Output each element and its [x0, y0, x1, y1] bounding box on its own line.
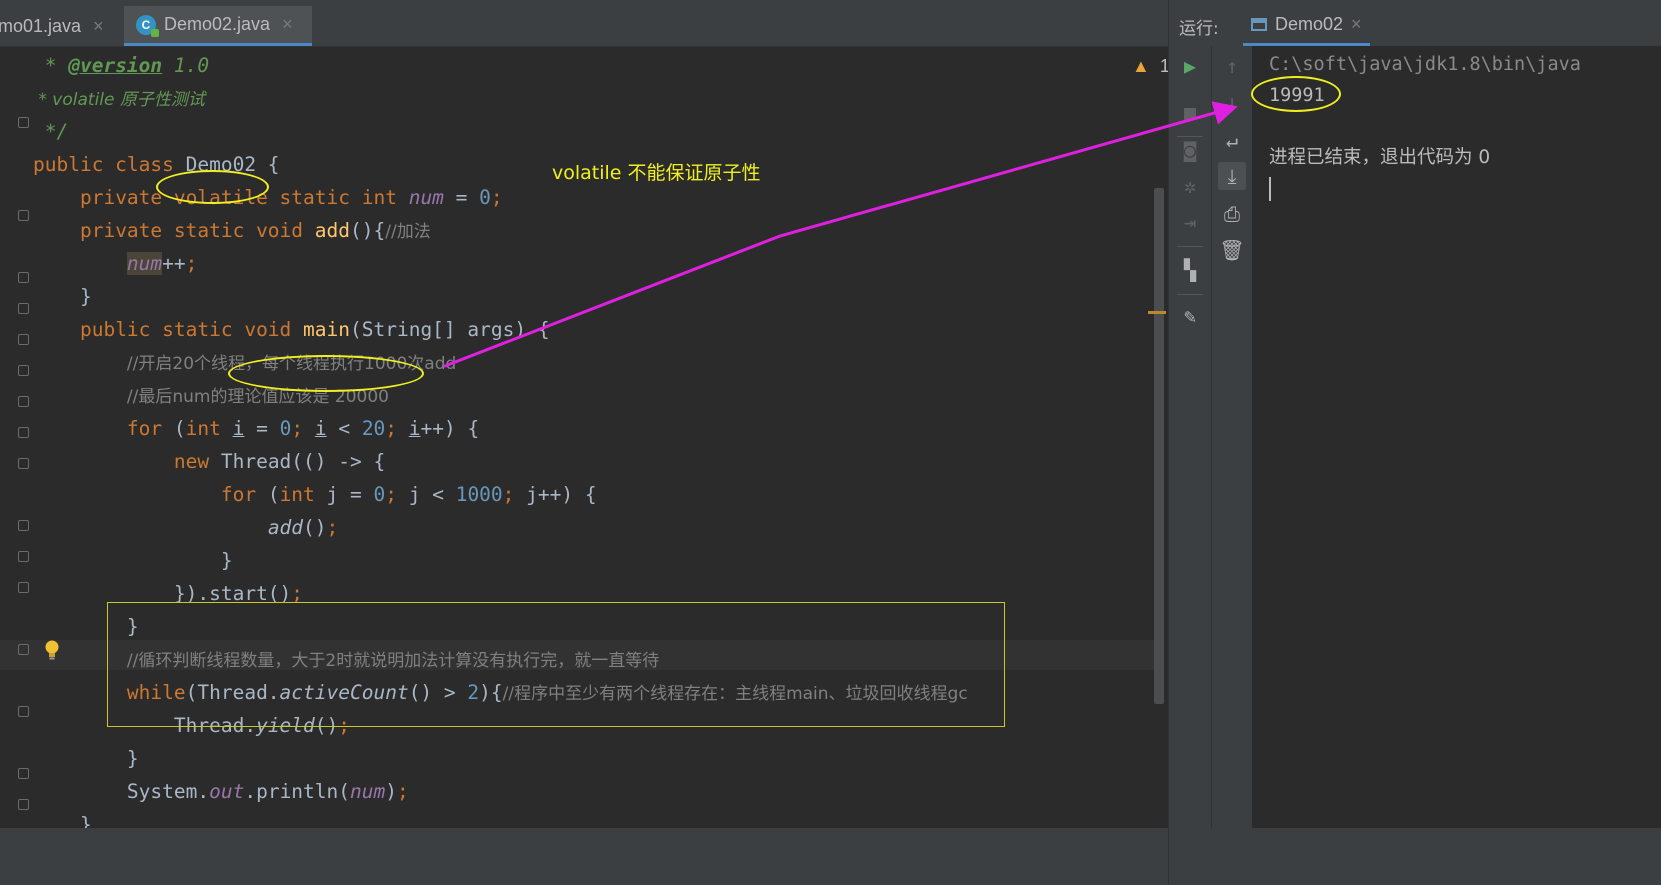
code-line: System.out.println(num);: [126, 780, 409, 803]
java-class-icon: C: [136, 14, 159, 37]
fold-marker[interactable]: [18, 396, 29, 407]
run-bottom-strip: [1169, 828, 1661, 885]
debug-settings-icon[interactable]: ✲: [1176, 172, 1204, 200]
print-icon[interactable]: ⎙: [1218, 200, 1246, 228]
console-output[interactable]: C:\soft\java\jdk1.8\bin\java 19991 进程已结束…: [1269, 49, 1661, 201]
code-line: }: [126, 615, 139, 638]
console-result: 19991: [1269, 85, 1325, 106]
fold-marker[interactable]: [18, 117, 29, 128]
code-line: while(Thread.activeCount() > 2){//程序中至少有…: [126, 681, 968, 704]
code-line: * @version 1.0: [33, 54, 210, 77]
code-line: }: [220, 549, 233, 572]
fold-marker[interactable]: [18, 520, 29, 531]
run-header: 运行: Demo02 ×: [1169, 0, 1661, 46]
code-line: add();: [267, 516, 339, 539]
code-line: //最后num的理论值应该是 20000: [126, 387, 389, 407]
fold-marker[interactable]: [18, 644, 29, 655]
toolbar-divider: [1177, 246, 1203, 247]
soft-wrap-icon[interactable]: ↵: [1218, 126, 1246, 154]
editor-pane[interactable]: emo01.java × C Demo02.java × ▲ 1 ⌃ ⌄: [0, 0, 1236, 885]
run-title: 运行:: [1179, 19, 1219, 39]
code-line: Thread.yield();: [173, 714, 351, 737]
editor-gutter: [0, 46, 30, 885]
pin-icon[interactable]: ✎: [1176, 302, 1204, 330]
bottom-strip: [0, 828, 1236, 885]
code-line: //循环判断线程数量，大于2时就说明加法计算没有执行完，就一直等待: [126, 651, 660, 671]
layout-icon[interactable]: ▚: [1176, 256, 1204, 284]
run-tab-label: Demo02: [1275, 14, 1344, 34]
camera-icon[interactable]: ◙: [1176, 136, 1204, 164]
rerun-icon[interactable]: ▶: [1176, 52, 1204, 80]
up-arrow-icon[interactable]: ↑: [1218, 52, 1246, 80]
fold-marker[interactable]: [18, 334, 29, 345]
fold-marker[interactable]: [18, 210, 29, 221]
editor-tab-bar: emo01.java × C Demo02.java ×: [0, 0, 1236, 47]
code-line: }: [79, 285, 92, 308]
fold-marker[interactable]: [18, 458, 29, 469]
scroll-to-end-icon[interactable]: ⤓: [1218, 162, 1246, 190]
tab-label: emo01.java: [0, 15, 82, 36]
console-icon: [1251, 18, 1267, 31]
tab-demo02[interactable]: C Demo02.java ×: [124, 6, 312, 46]
text-caret: [1269, 177, 1271, 201]
code-line: */: [33, 120, 69, 143]
stop-icon[interactable]: ■: [1176, 98, 1204, 126]
toolbar-divider: [1177, 294, 1203, 295]
code-line: * volatile 原子性测试: [33, 90, 205, 110]
console-exit-message: 进程已结束，退出代码为 0: [1269, 147, 1491, 168]
close-icon[interactable]: ×: [1351, 14, 1362, 35]
fold-marker[interactable]: [18, 768, 29, 779]
console-java-path: C:\soft\java\jdk1.8\bin\java: [1269, 54, 1581, 75]
fold-marker[interactable]: [18, 582, 29, 593]
fold-marker[interactable]: [18, 799, 29, 810]
fold-marker[interactable]: [18, 427, 29, 438]
annotation-label: volatile 不能保证原子性: [552, 162, 761, 184]
exit-icon[interactable]: ⇥: [1176, 208, 1204, 236]
warning-stripe-marker[interactable]: [1148, 311, 1166, 314]
run-toolbar-right: ↑ ↓ ↵ ⤓ ⎙ 🗑: [1211, 46, 1252, 828]
trash-icon[interactable]: 🗑: [1218, 236, 1246, 264]
close-icon[interactable]: ×: [282, 14, 293, 35]
fold-marker[interactable]: [18, 272, 29, 283]
scrollbar-thumb[interactable]: [1154, 188, 1164, 704]
code-line: public static void main(String[] args) {: [79, 318, 550, 341]
fold-marker[interactable]: [18, 706, 29, 717]
down-arrow-icon[interactable]: ↓: [1218, 88, 1246, 116]
run-tool-window[interactable]: 运行: Demo02 × ▶ ■ ◙ ✲ ⇥ ▚ ✎ ↑ ↓ ↵ ⤓ ⎙ 🗑 C…: [1168, 0, 1661, 885]
run-toolbar-left: ▶ ■ ◙ ✲ ⇥ ▚ ✎: [1169, 46, 1211, 828]
tab-demo01[interactable]: emo01.java ×: [0, 6, 120, 46]
fold-marker[interactable]: [18, 303, 29, 314]
fold-marker[interactable]: [18, 551, 29, 562]
code-line: for (int i = 0; i < 20; i++) {: [126, 417, 480, 440]
close-icon[interactable]: ×: [93, 16, 104, 37]
code-line: }: [126, 747, 139, 770]
console-blank: [1269, 111, 1661, 142]
code-line: private static void add(){//加法: [79, 219, 431, 242]
run-tab-demo02[interactable]: Demo02 ×: [1243, 6, 1370, 46]
code-line: //开启20个线程，每个线程执行1000次add: [126, 354, 457, 374]
tab-label: Demo02.java: [164, 14, 271, 34]
code-line: new Thread(() -> {: [173, 450, 386, 473]
fold-marker[interactable]: [18, 365, 29, 376]
code-line: num++;: [126, 252, 198, 275]
code-line: for (int j = 0; j < 1000; j++) {: [220, 483, 597, 506]
code-line: }).start();: [173, 582, 304, 605]
code-line: private volatile static int num = 0;: [79, 186, 503, 209]
